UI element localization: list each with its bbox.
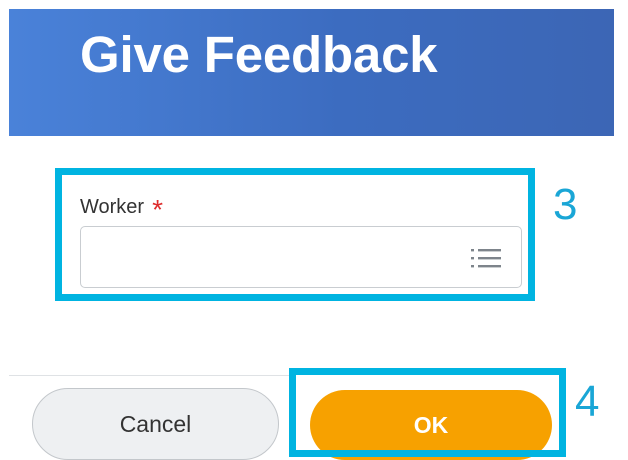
dialog-header: Give Feedback [9, 9, 614, 136]
footer-divider [9, 375, 289, 376]
step-number-4: 4 [575, 377, 600, 426]
step-number-3: 3 [553, 180, 578, 229]
worker-label: Worker [80, 195, 145, 218]
cancel-button[interactable]: Cancel [32, 388, 279, 460]
worker-label-row: Worker * [80, 193, 163, 225]
required-indicator: * [152, 194, 163, 225]
highlight-box-ok [289, 368, 566, 457]
worker-input[interactable] [80, 226, 522, 288]
list-icon[interactable] [471, 246, 501, 270]
dialog-title: Give Feedback [80, 26, 438, 83]
